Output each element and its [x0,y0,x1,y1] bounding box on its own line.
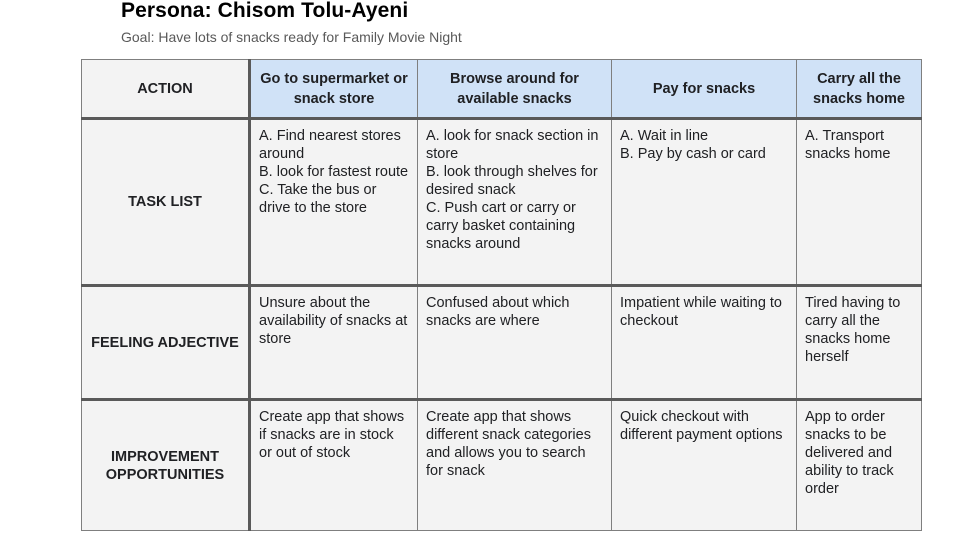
task-list-row: TASK LIST A. Find nearest stores around … [81,118,922,287]
improvement-opportunities-row: IMPROVEMENT OPPORTUNITIES Create app tha… [81,399,922,531]
cell-line: B. look through shelves for desired snac… [426,164,598,198]
table-cell: Tired having to carry all the snacks hom… [796,285,922,401]
stage-header: Browse around for available snacks [417,59,612,120]
table-cell: A. Wait in line B. Pay by cash or card [611,118,797,287]
table-cell: App to order snacks to be delivered and … [796,399,922,531]
page-title: Persona: Chisom Tolu-Ayeni [121,0,409,22]
cell-line: Quick checkout with different payment op… [620,409,783,443]
row-label: IMPROVEMENT OPPORTUNITIES [81,399,251,531]
cell-line: App to order snacks to be delivered and … [805,409,894,497]
stage-header: Pay for snacks [611,59,797,120]
corner-label: ACTION [81,59,251,120]
stage-header: Carry all the snacks home [796,59,922,120]
page-subtitle: Goal: Have lots of snacks ready for Fami… [121,29,462,45]
table-cell: A. Find nearest stores around B. look fo… [249,118,418,287]
table-cell: Create app that shows different snack ca… [417,399,612,531]
table-cell: A. Transport snacks home [796,118,922,287]
table-cell: A. look for snack section in store B. lo… [417,118,612,287]
cell-line: C. Take the bus or drive to the store [259,182,377,216]
table-cell: Quick checkout with different payment op… [611,399,797,531]
table-cell: Unsure about the availability of snacks … [249,285,418,401]
cell-line: B. Pay by cash or card [620,146,766,162]
cell-line: Unsure about the availability of snacks … [259,295,408,347]
journey-map-table: ACTION Go to supermarket or snack store … [81,59,922,531]
cell-line: C. Push cart or carry or carry basket co… [426,200,576,252]
cell-line: Confused about which snacks are where [426,295,570,329]
cell-line: A. look for snack section in store [426,128,599,162]
cell-line: A. Find nearest stores around [259,128,401,162]
table-cell: Confused about which snacks are where [417,285,612,401]
stage-header: Go to supermarket or snack store [249,59,418,120]
table-cell: Create app that shows if snacks are in s… [249,399,418,531]
cell-line: A. Wait in line [620,128,709,144]
row-label: FEELING ADJECTIVE [81,285,251,401]
table-cell: Impatient while waiting to checkout [611,285,797,401]
cell-line: Impatient while waiting to checkout [620,295,782,329]
cell-line: Create app that shows different snack ca… [426,409,591,479]
feeling-adjective-row: FEELING ADJECTIVE Unsure about the avail… [81,285,922,401]
cell-line: Tired having to carry all the snacks hom… [805,295,901,365]
stage-header-row: ACTION Go to supermarket or snack store … [81,59,922,120]
cell-line: A. Transport snacks home [805,128,891,162]
cell-line: Create app that shows if snacks are in s… [259,409,405,461]
cell-line: B. look for fastest route [259,164,409,180]
row-label: TASK LIST [81,118,251,287]
